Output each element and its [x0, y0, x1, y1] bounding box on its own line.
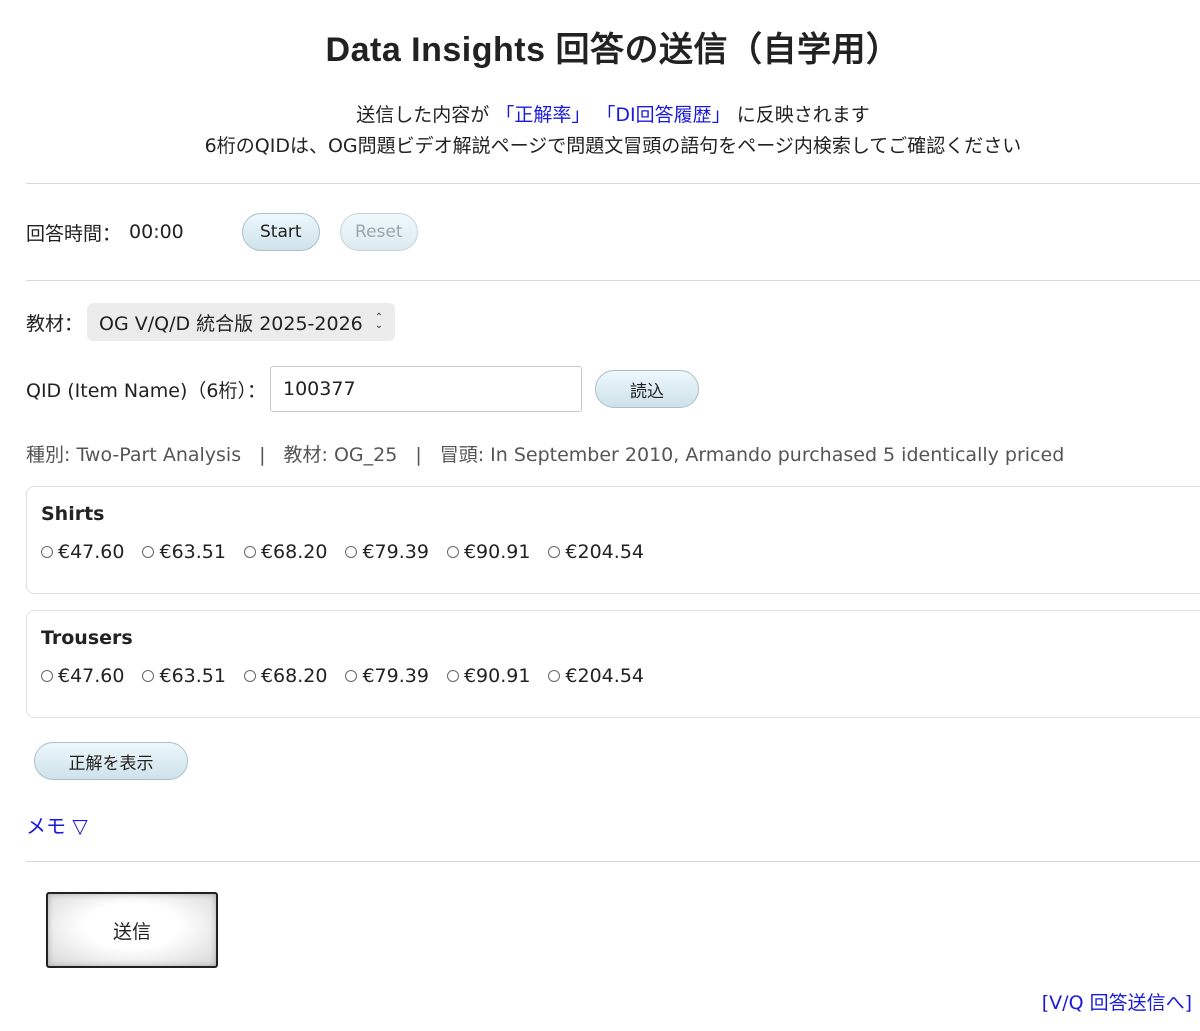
- page-title: Data Insights 回答の送信（自学用）: [325, 31, 901, 69]
- option-trousers-4[interactable]: €79.39: [345, 665, 429, 687]
- select-chevron-icon: ⌃ ⌄: [374, 312, 384, 331]
- meta-material: 教材: OG_25: [283, 444, 398, 466]
- qid-input[interactable]: [270, 366, 582, 412]
- material-selected: OG V/Q/D 統合版 2025-2026: [99, 312, 363, 335]
- show-answer-button[interactable]: 正解を表示: [34, 742, 188, 780]
- material-row: 教材： OG V/Q/D 統合版 2025-2026 ⌃ ⌄: [26, 303, 396, 341]
- option-shirts-2[interactable]: €63.51: [142, 541, 226, 563]
- option-shirts-6[interactable]: €204.54: [548, 541, 644, 563]
- radio-icon[interactable]: [142, 670, 155, 682]
- radio-icon[interactable]: [243, 670, 256, 682]
- radio-icon[interactable]: [446, 670, 459, 682]
- column-label: Trousers: [41, 627, 133, 649]
- timer-label: 回答時間：: [26, 222, 122, 245]
- notice-suffix: に反映されます: [736, 104, 870, 126]
- qid-row: QID (Item Name)（6桁）： 読込: [26, 366, 699, 412]
- option-label: €90.91: [463, 665, 531, 687]
- answer-card-shirts: Shirts €47.60 €63.51 €68.20 €79.39 €90.9…: [26, 486, 1200, 594]
- meta-separator: |: [415, 444, 422, 466]
- radio-icon[interactable]: [243, 546, 256, 558]
- option-trousers-6[interactable]: €204.54: [548, 665, 644, 687]
- option-label: €63.51: [159, 541, 226, 563]
- option-shirts-5[interactable]: €90.91: [446, 541, 531, 563]
- option-label: €79.39: [362, 665, 429, 687]
- radio-icon[interactable]: [345, 670, 358, 682]
- option-trousers-2[interactable]: €63.51: [142, 665, 226, 687]
- start-button[interactable]: Start: [241, 213, 320, 251]
- option-label: €47.60: [58, 541, 125, 563]
- memo-toggle[interactable]: メモ ▽: [26, 810, 88, 839]
- vq-submit-link[interactable]: [V/Q 回答送信へ]: [1042, 988, 1192, 1015]
- column-label: Shirts: [41, 503, 105, 525]
- option-label: €204.54: [565, 541, 644, 563]
- option-group: €47.60 €63.51 €68.20 €79.39 €90.91 €204.…: [41, 665, 662, 687]
- option-label: €90.91: [463, 541, 531, 563]
- option-trousers-3[interactable]: €68.20: [243, 665, 328, 687]
- material-label: 教材：: [26, 312, 84, 335]
- radio-icon[interactable]: [41, 670, 53, 682]
- option-shirts-3[interactable]: €68.20: [243, 541, 328, 563]
- radio-icon[interactable]: [548, 546, 561, 558]
- radio-icon[interactable]: [548, 670, 561, 682]
- option-shirts-1[interactable]: €47.60: [41, 541, 124, 563]
- accuracy-link[interactable]: 「正解率」: [495, 104, 590, 126]
- reset-button[interactable]: Reset: [339, 213, 418, 251]
- notice-line-2: 6桁のQIDは、OG問題ビデオ解説ページで問題文冒頭の語句をページ内検索してご確…: [204, 135, 1022, 157]
- radio-icon[interactable]: [41, 546, 53, 558]
- option-shirts-4[interactable]: €79.39: [345, 541, 429, 563]
- meta-opening: 冒頭: In September 2010, Armando purchased…: [439, 444, 1065, 466]
- option-label: €63.51: [159, 665, 226, 687]
- radio-icon[interactable]: [446, 546, 459, 558]
- divider-bottom: [26, 861, 1200, 862]
- load-button[interactable]: 読込: [595, 370, 699, 408]
- option-trousers-1[interactable]: €47.60: [41, 665, 124, 687]
- timer-value: 00:00: [129, 221, 184, 243]
- notice-prefix: 送信した内容が: [356, 104, 490, 126]
- option-label: €68.20: [260, 665, 328, 687]
- di-history-link[interactable]: 「DI回答履歴」: [596, 104, 730, 126]
- timer-row: 回答時間： 00:00 Start Reset: [26, 213, 418, 251]
- submit-button[interactable]: 送信: [46, 892, 218, 968]
- option-label: €68.20: [260, 541, 328, 563]
- option-label: €47.60: [58, 665, 125, 687]
- option-label: €204.54: [565, 665, 644, 687]
- option-label: €79.39: [362, 541, 429, 563]
- meta-type: 種別: Two-Part Analysis: [26, 444, 242, 466]
- question-meta: 種別: Two-Part Analysis | 教材: OG_25 | 冒頭: In S…: [26, 440, 1064, 467]
- divider-timer: [26, 280, 1200, 281]
- option-group: €47.60 €63.51 €68.20 €79.39 €90.91 €204.…: [41, 541, 662, 563]
- radio-icon[interactable]: [142, 546, 155, 558]
- notice-line-1: 送信した内容が 「正解率」 「DI回答履歴」 に反映されます: [26, 100, 1200, 131]
- divider-top: [26, 183, 1200, 184]
- answer-card-trousers: Trousers €47.60 €63.51 €68.20 €79.39 €90…: [26, 610, 1200, 718]
- notice: 送信した内容が 「正解率」 「DI回答履歴」 に反映されます 6桁のQIDは、O…: [26, 100, 1200, 162]
- option-trousers-5[interactable]: €90.91: [446, 665, 531, 687]
- material-select[interactable]: OG V/Q/D 統合版 2025-2026 ⌃ ⌄: [87, 303, 396, 341]
- meta-separator: |: [259, 444, 266, 466]
- radio-icon[interactable]: [345, 546, 358, 558]
- qid-label: QID (Item Name)（6桁）：: [26, 379, 266, 402]
